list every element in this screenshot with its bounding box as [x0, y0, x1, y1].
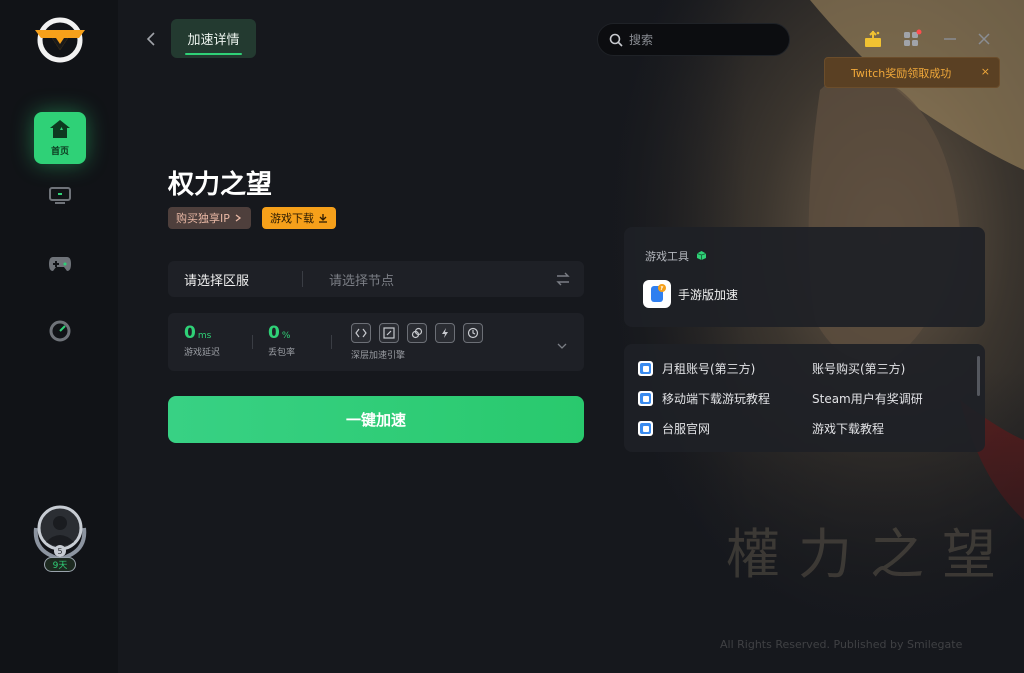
avatar-level: 5 [57, 547, 62, 556]
cube-icon [696, 251, 706, 260]
code-icon[interactable] [351, 323, 371, 343]
link-icon [638, 421, 653, 436]
network-stats-panel: 0 ms 游戏延迟 0% 丢包率 深层加速引擎 [168, 313, 584, 371]
node-select[interactable]: 请选择节点 [303, 270, 584, 289]
sidebar: 首页 5 9天 [0, 0, 118, 673]
search-icon [609, 33, 623, 47]
link-icon[interactable] [407, 323, 427, 343]
loss-label: 丢包率 [268, 348, 296, 358]
engine-label: 深层加速引擎 [351, 351, 406, 361]
link-download-tutorial[interactable]: 游戏下载教程 [812, 420, 884, 437]
avatar-frame-icon: 5 [33, 505, 87, 563]
mobile-tool-label: 手游版加速 [678, 287, 739, 302]
search-bar[interactable] [597, 23, 790, 56]
loss-unit: % [281, 331, 291, 341]
tools-title: 游戏工具 [645, 248, 707, 264]
app-logo-icon [31, 16, 89, 64]
divider [252, 335, 253, 349]
link-label: 账号购买(第三方) [812, 362, 906, 376]
quick-links-card: 月租账号(第三方) 账号购买(第三方) 移动端下载游玩教程 Steam用户有奖调… [624, 344, 985, 452]
back-button[interactable] [142, 28, 160, 50]
mobile-accelerate-tool[interactable]: 手游版加速 [643, 280, 738, 308]
twitch-reward-toast: Twitch奖励领取成功 × [824, 57, 1000, 88]
close-icon [978, 33, 990, 45]
link-monthly-account[interactable]: 月租账号(第三方) [638, 360, 755, 377]
gift-reward-button[interactable] [862, 28, 884, 50]
timer-icon[interactable] [463, 323, 483, 343]
toast-close-icon[interactable]: × [981, 65, 990, 78]
swap-icon[interactable] [556, 271, 570, 290]
minimize-button[interactable] [939, 28, 961, 50]
latency-label: 游戏延迟 [184, 348, 221, 358]
latency-stat: 0 ms 游戏延迟 [184, 323, 220, 358]
chevron-down-icon[interactable] [556, 336, 568, 355]
server-region-select[interactable]: 请选择区服 [168, 271, 303, 289]
mobile-phone-icon [643, 280, 671, 308]
speedometer-icon [49, 320, 71, 346]
nav-devices[interactable] [34, 172, 86, 224]
latency-unit: ms [197, 331, 212, 341]
nav-home[interactable]: 首页 [34, 112, 86, 164]
download-label: 游戏下载 [270, 212, 314, 225]
buy-dedicated-ip-button[interactable]: 购买独享IP [168, 207, 251, 229]
packet-loss-stat: 0% 丢包率 [268, 323, 295, 358]
monitor-icon [49, 187, 71, 209]
engine-features [351, 323, 483, 343]
buy-ip-label: 购买独享IP [176, 212, 230, 225]
chevron-right-icon [235, 214, 241, 222]
close-window-button[interactable] [973, 28, 995, 50]
game-download-button[interactable]: 游戏下载 [262, 207, 336, 229]
link-icon [638, 391, 653, 406]
link-label: 台服官网 [662, 422, 711, 436]
vip-days-badge: 9天 [44, 557, 76, 572]
search-input[interactable] [629, 32, 769, 47]
nav-games[interactable] [34, 240, 86, 292]
nav-home-label: 首页 [50, 147, 69, 157]
link-label: 移动端下载游玩教程 [662, 392, 771, 406]
link-steam-survey[interactable]: Steam用户有奖调研 [812, 390, 923, 407]
grid-apps-icon [904, 29, 922, 46]
toast-message: Twitch奖励领取成功 [851, 66, 952, 80]
gift-icon [865, 30, 881, 47]
tools-title-text: 游戏工具 [645, 250, 689, 263]
download-icon [319, 214, 327, 223]
apps-button[interactable] [901, 28, 923, 50]
divider [331, 335, 332, 349]
link-icon [638, 361, 653, 376]
lightning-icon[interactable] [435, 323, 455, 343]
gamepad-icon [48, 256, 72, 276]
user-avatar[interactable]: 5 9天 [32, 504, 88, 574]
nav-speedtest[interactable] [34, 307, 86, 359]
tab-accel-details[interactable]: 加速详情 [171, 19, 256, 58]
game-tools-card: 游戏工具 手游版加速 [624, 227, 985, 327]
one-click-accelerate-button[interactable]: 一键加速 [168, 396, 584, 443]
home-icon [49, 119, 71, 143]
loss-value: 0 [268, 323, 280, 343]
window-icon[interactable] [379, 323, 399, 343]
game-watermark: 權力之望 [726, 523, 1014, 586]
minimize-icon [944, 38, 956, 40]
link-label: Steam用户有奖调研 [812, 392, 923, 406]
links-scrollbar[interactable] [977, 356, 980, 396]
link-tw-official-site[interactable]: 台服官网 [638, 420, 710, 437]
link-buy-account[interactable]: 账号购买(第三方) [812, 360, 905, 377]
link-mobile-tutorial[interactable]: 移动端下载游玩教程 [638, 390, 770, 407]
server-node-selector: 请选择区服 请选择节点 [168, 261, 584, 297]
latency-value: 0 [184, 323, 196, 343]
game-title: 权力之望 [168, 170, 273, 200]
link-label: 月租账号(第三方) [662, 362, 756, 376]
chevron-left-icon [146, 32, 155, 46]
link-label: 游戏下载教程 [812, 422, 885, 436]
copyright-text: All Rights Reserved. Published by Smileg… [720, 638, 963, 651]
